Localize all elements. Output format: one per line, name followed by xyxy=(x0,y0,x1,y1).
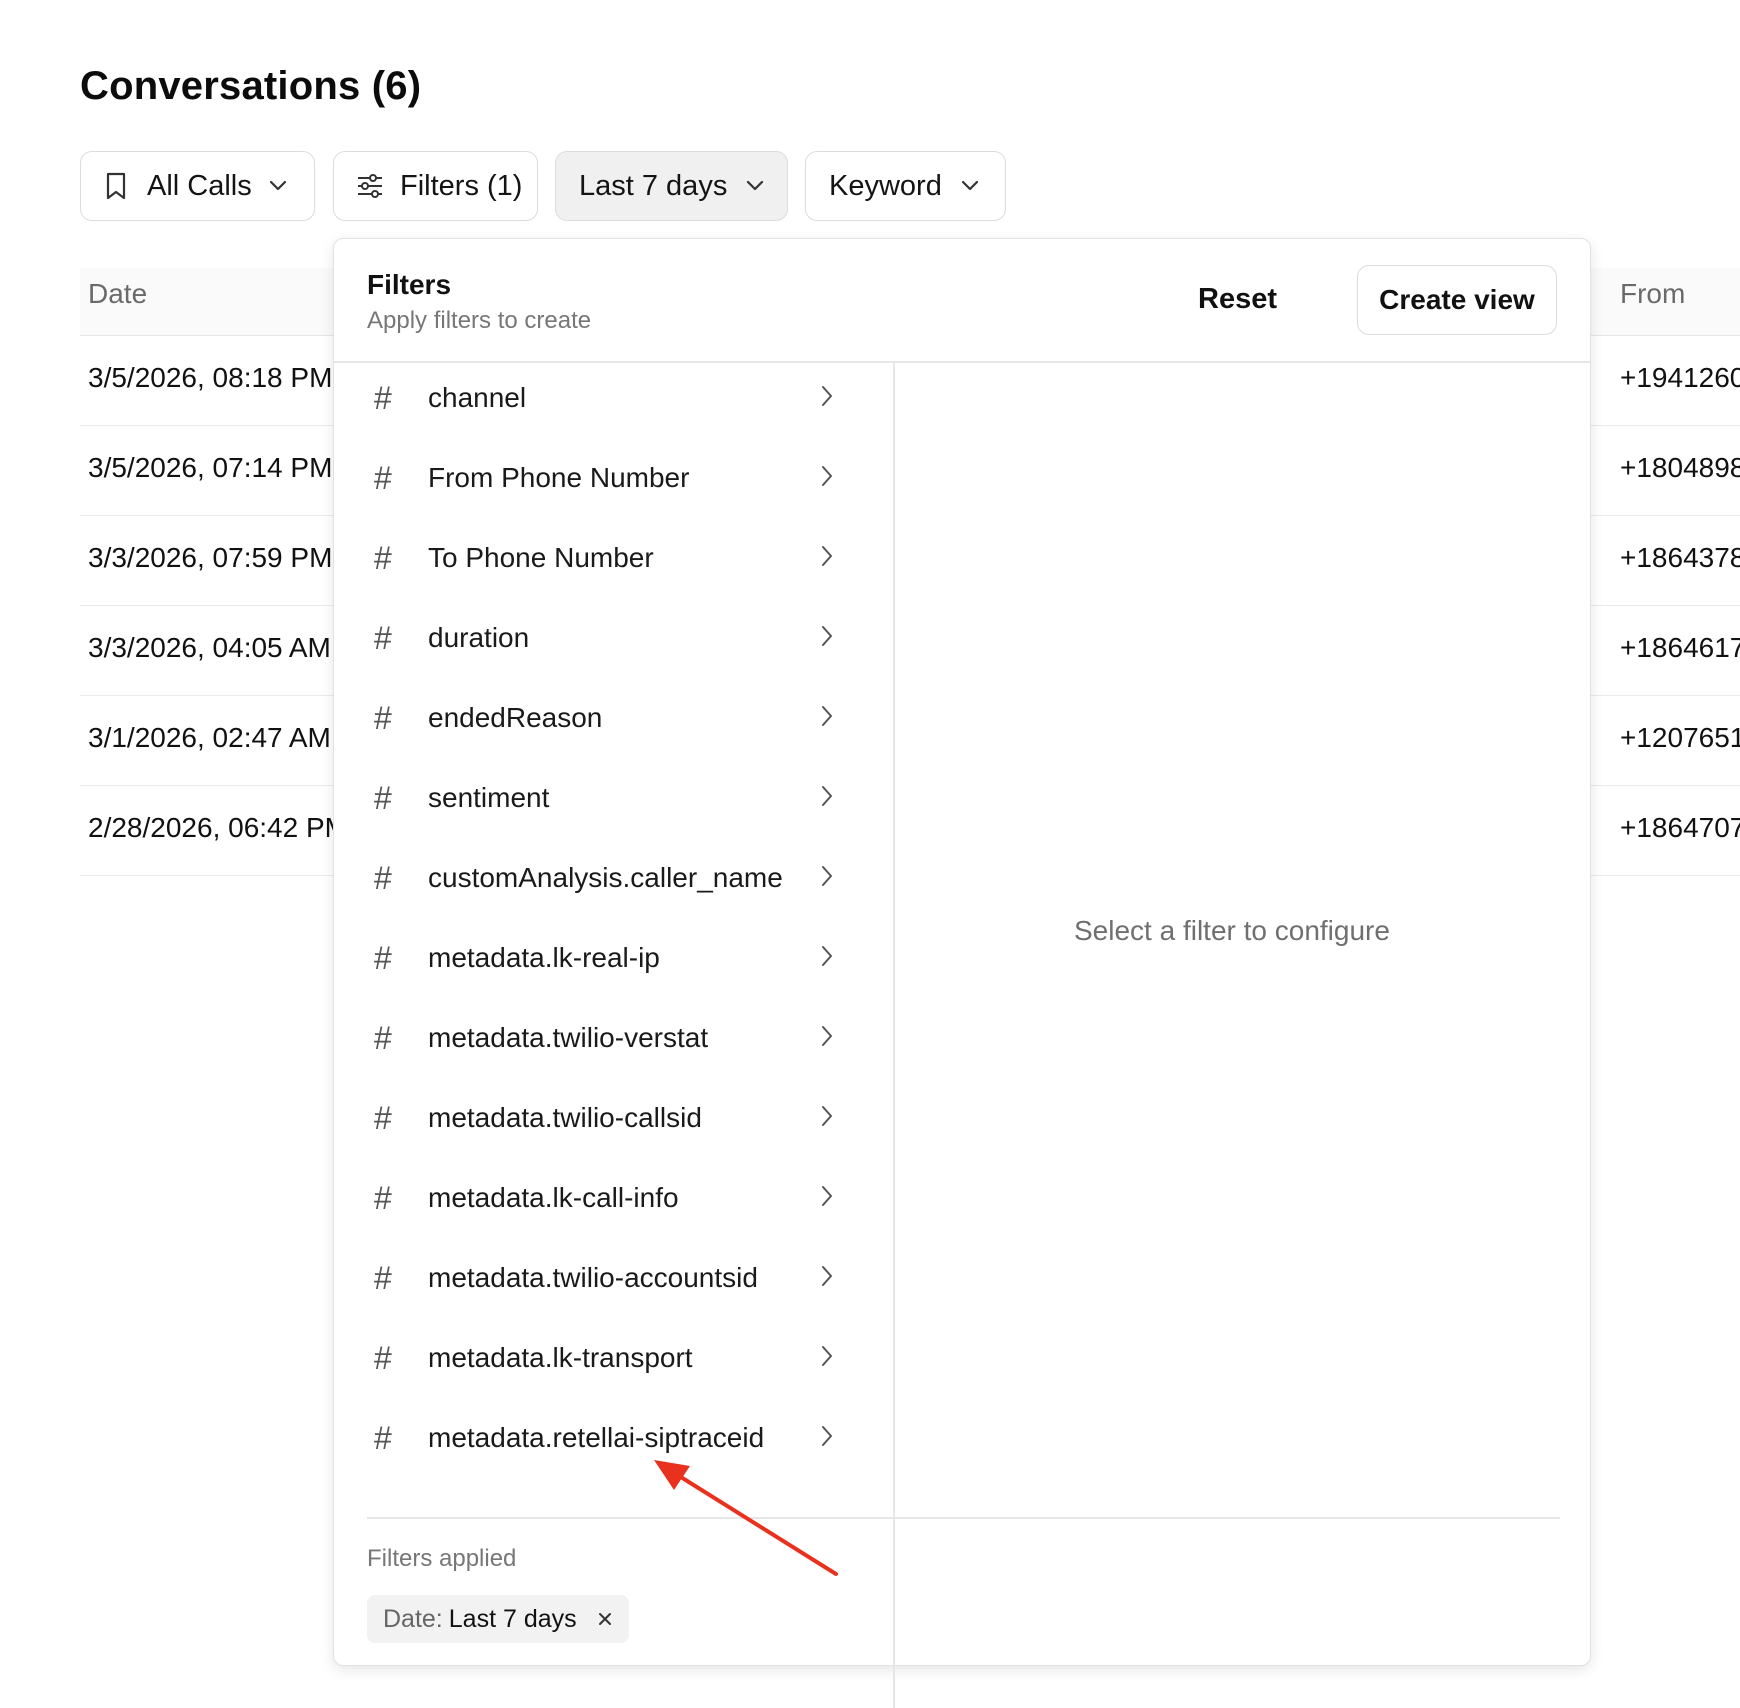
bookmark-icon xyxy=(103,171,129,201)
filter-item-label: metadata.twilio-callsid xyxy=(428,1102,702,1133)
cell-date: 3/5/2026, 07:14 PM xyxy=(88,452,333,483)
cell-date: 3/1/2026, 02:47 AM xyxy=(88,722,331,753)
cell-from: +1941260 xyxy=(1620,362,1740,393)
chevron-down-icon xyxy=(960,180,980,192)
configure-placeholder: Select a filter to configure xyxy=(1074,915,1390,946)
chevron-right-icon xyxy=(820,1184,834,1213)
filter-item-label: duration xyxy=(428,622,530,653)
cell-from: +1864617 xyxy=(1620,632,1740,663)
cell-from: +1864378 xyxy=(1620,542,1740,573)
hash-icon: # xyxy=(374,619,392,656)
chevron-right-icon xyxy=(820,464,834,493)
chevron-right-icon xyxy=(820,1344,834,1373)
date-range-label: Last 7 days xyxy=(579,169,728,202)
chevron-down-icon xyxy=(268,180,288,192)
filters-panel-subtitle: Apply filters to create xyxy=(367,307,592,334)
create-view-button[interactable]: Create view xyxy=(1357,265,1557,335)
hash-icon: # xyxy=(374,539,392,576)
chevron-right-icon xyxy=(820,1104,834,1133)
all-calls-button[interactable]: All Calls xyxy=(80,151,315,221)
hash-icon: # xyxy=(374,779,392,816)
cell-from: +1804898 xyxy=(1620,452,1740,483)
filter-item[interactable]: # duration xyxy=(374,602,834,674)
filter-item[interactable]: # metadata.twilio-verstat xyxy=(374,1002,834,1074)
filter-item-label: metadata.twilio-accountsid xyxy=(428,1262,758,1293)
filters-label: Filters (1) xyxy=(400,169,523,202)
filter-item[interactable]: # metadata.twilio-callsid xyxy=(374,1082,834,1154)
cell-date: 2/28/2026, 06:42 PM xyxy=(88,812,348,843)
cell-date: 3/3/2026, 04:05 AM xyxy=(88,632,331,663)
page-title: Conversations (6) xyxy=(80,64,422,108)
filter-item[interactable]: # customAnalysis.caller_name xyxy=(374,842,834,914)
column-header-date[interactable]: Date xyxy=(88,278,147,310)
chevron-right-icon xyxy=(820,784,834,813)
filter-item-label: endedReason xyxy=(428,702,603,733)
cell-from: +1864707 xyxy=(1620,812,1740,843)
hash-icon: # xyxy=(374,1019,392,1056)
filter-item-label: metadata.lk-transport xyxy=(428,1342,693,1373)
filters-applied-title: Filters applied xyxy=(367,1545,517,1572)
chevron-right-icon xyxy=(820,944,834,973)
chevron-right-icon xyxy=(820,1264,834,1293)
hash-icon: # xyxy=(374,1339,392,1376)
hash-icon: # xyxy=(374,379,392,416)
hash-icon: # xyxy=(374,1099,392,1136)
filter-item-label: channel xyxy=(428,382,527,413)
sliders-icon xyxy=(356,174,384,198)
filter-item-label: metadata.lk-real-ip xyxy=(428,942,660,973)
chevron-right-icon xyxy=(820,1424,834,1453)
chevron-right-icon xyxy=(820,864,834,893)
filter-item[interactable]: # sentiment xyxy=(374,762,834,834)
filter-item-label: To Phone Number xyxy=(428,542,654,573)
filter-item[interactable]: # metadata.retellai-siptraceid xyxy=(374,1402,834,1474)
filters-panel-title: Filters xyxy=(367,269,452,300)
hash-icon: # xyxy=(374,1179,392,1216)
hash-icon: # xyxy=(374,699,392,736)
hash-icon: # xyxy=(374,1259,392,1296)
chevron-right-icon xyxy=(820,624,834,653)
filter-item[interactable]: # To Phone Number xyxy=(374,522,834,594)
close-icon[interactable] xyxy=(597,1611,613,1627)
chip-value: Last 7 days xyxy=(448,1604,577,1633)
cell-from: +1207651 xyxy=(1620,722,1740,753)
filter-item-label: customAnalysis.caller_name xyxy=(428,862,783,893)
filters-panel: Filters Apply filters to create Reset Cr… xyxy=(333,238,1591,1708)
reset-button[interactable]: Reset xyxy=(1198,283,1277,316)
chevron-right-icon xyxy=(820,1024,834,1053)
filter-item[interactable]: # metadata.lk-call-info xyxy=(374,1162,834,1234)
chevron-right-icon xyxy=(820,544,834,573)
cell-date: 3/3/2026, 07:59 PM xyxy=(88,542,333,573)
filter-item-label: metadata.twilio-verstat xyxy=(428,1022,709,1053)
filter-item[interactable]: # channel xyxy=(374,362,834,434)
column-header-from[interactable]: From xyxy=(1620,278,1685,310)
filter-item[interactable]: # metadata.lk-real-ip xyxy=(374,922,834,994)
date-range-button[interactable]: Last 7 days xyxy=(555,151,788,221)
keyword-button[interactable]: Keyword xyxy=(805,151,1006,221)
cell-date: 3/5/2026, 08:18 PM xyxy=(88,362,333,393)
hash-icon: # xyxy=(374,859,392,896)
filter-item-label: sentiment xyxy=(428,782,550,813)
all-calls-label: All Calls xyxy=(147,169,252,202)
hash-icon: # xyxy=(374,939,392,976)
filter-item[interactable]: # metadata.lk-transport xyxy=(374,1322,834,1394)
hash-icon: # xyxy=(374,1419,392,1456)
divider xyxy=(367,1517,1560,1519)
chevron-down-icon xyxy=(745,180,765,192)
chip-key: Date: xyxy=(383,1604,443,1633)
keyword-label: Keyword xyxy=(829,169,942,202)
hash-icon: # xyxy=(374,459,392,496)
chevron-right-icon xyxy=(820,704,834,733)
applied-filter-chip[interactable]: Date: Last 7 days xyxy=(367,1595,629,1643)
chevron-right-icon xyxy=(820,384,834,413)
filter-item-label: From Phone Number xyxy=(428,462,690,493)
filter-item[interactable]: # From Phone Number xyxy=(374,442,834,514)
filter-item-label: metadata.retellai-siptraceid xyxy=(428,1422,765,1453)
divider xyxy=(893,362,895,1708)
filter-item[interactable]: # metadata.twilio-accountsid xyxy=(374,1242,834,1314)
filter-item-label: metadata.lk-call-info xyxy=(428,1182,679,1213)
filter-item[interactable]: # endedReason xyxy=(374,682,834,754)
filters-button[interactable]: Filters (1) xyxy=(333,151,538,221)
